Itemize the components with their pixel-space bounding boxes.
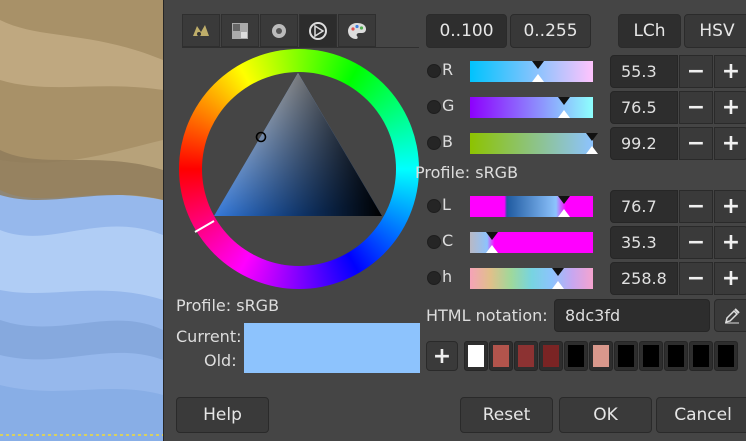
lch-channel-C-value[interactable]: 35.3: [610, 226, 678, 259]
history-swatch[interactable]: [489, 341, 513, 371]
lch-channel-h-increment-button[interactable]: +: [714, 262, 746, 295]
history-swatch[interactable]: [589, 341, 613, 371]
watercolor-selector-icon[interactable]: [260, 14, 298, 47]
rgb-channel-B-value[interactable]: 99.2: [610, 127, 678, 160]
rgb-channel-G-radio[interactable]: [427, 100, 441, 114]
rgb-channel-R-slider[interactable]: [470, 61, 593, 82]
history-swatch[interactable]: [514, 341, 538, 371]
lch-channel-label: C: [442, 231, 454, 250]
cancel-button[interactable]: Cancel: [656, 397, 746, 433]
lch-channel-C-slider[interactable]: [470, 232, 593, 253]
rgb-channel-label: G: [442, 96, 455, 115]
rgb-channel-R-value[interactable]: 55.3: [610, 55, 678, 88]
add-to-history-button[interactable]: +: [426, 341, 458, 371]
rgb-channel-B-radio[interactable]: [427, 136, 441, 150]
lch-channel-L-increment-button[interactable]: +: [714, 190, 746, 223]
wheel-profile-label: Profile: sRGB: [176, 296, 280, 315]
lch-channel-C-increment-button[interactable]: +: [714, 226, 746, 259]
lch-channel-L-slider[interactable]: [470, 196, 593, 217]
history-swatch[interactable]: [639, 341, 663, 371]
history-swatch[interactable]: [464, 341, 488, 371]
color-dialog: Profile: sRGB Current: Old: 0..100 0..25…: [163, 0, 746, 441]
range-0-255-button[interactable]: 0..255: [510, 14, 591, 48]
gimp-selector-icon[interactable]: [182, 14, 220, 47]
current-color-swatch: [244, 323, 420, 373]
cmyk-selector-icon[interactable]: [221, 14, 259, 47]
rgb-channel-B-slider[interactable]: [470, 133, 599, 154]
html-notation-label: HTML notation:: [426, 306, 548, 325]
range-0-100-button[interactable]: 0..100: [426, 14, 507, 48]
rgb-channel-R-radio[interactable]: [427, 64, 441, 78]
rgb-channel-G-increment-button[interactable]: +: [714, 91, 746, 124]
history-swatch[interactable]: [539, 341, 563, 371]
history-swatch[interactable]: [614, 341, 638, 371]
color-picker-button[interactable]: [714, 299, 746, 332]
history-swatch[interactable]: [714, 341, 738, 371]
rgb-channel-G-slider[interactable]: [470, 97, 593, 118]
history-swatch[interactable]: [564, 341, 588, 371]
lch-channel-L-value[interactable]: 76.7: [610, 190, 678, 223]
rgb-channel-label: B: [442, 132, 453, 151]
rgb-channel-G-value[interactable]: 76.5: [610, 91, 678, 124]
lch-channel-label: h: [442, 267, 453, 286]
rgb-channel-R-decrement-button[interactable]: −: [679, 55, 713, 88]
lch-channel-L-decrement-button[interactable]: −: [679, 190, 713, 223]
canvas-image-strip: [0, 0, 163, 441]
old-color-label: Old:: [204, 351, 237, 370]
rgb-channel-B-decrement-button[interactable]: −: [679, 127, 713, 160]
reset-button[interactable]: Reset: [460, 397, 553, 433]
color-wheel[interactable]: [178, 48, 420, 294]
selector-tabs: [182, 14, 377, 47]
lch-channel-C-radio[interactable]: [427, 235, 441, 249]
help-button[interactable]: Help: [176, 397, 269, 433]
lch-channel-label: L: [442, 195, 451, 214]
current-color-label: Current:: [176, 327, 242, 346]
html-notation-input[interactable]: 8dc3fd: [554, 299, 710, 332]
eyedropper-icon: [724, 307, 740, 323]
rgb-channel-G-decrement-button[interactable]: −: [679, 91, 713, 124]
rgb-channel-R-increment-button[interactable]: +: [714, 55, 746, 88]
ok-button[interactable]: OK: [559, 397, 652, 433]
lch-channel-h-decrement-button[interactable]: −: [679, 262, 713, 295]
rgb-channel-label: R: [442, 60, 454, 79]
history-swatch[interactable]: [689, 341, 713, 371]
lch-channel-h-slider[interactable]: [470, 268, 593, 289]
history-swatch[interactable]: [664, 341, 688, 371]
lch-channel-h-radio[interactable]: [427, 271, 441, 285]
hsv-model-button[interactable]: HSV: [684, 14, 746, 48]
lch-channel-L-radio[interactable]: [427, 199, 441, 213]
lch-profile-label: Profile: sRGB: [415, 163, 519, 182]
rgb-channel-B-increment-button[interactable]: +: [714, 127, 746, 160]
lch-model-button[interactable]: LCh: [618, 14, 681, 48]
wheel-selector-icon[interactable]: [299, 14, 337, 47]
palette-selector-icon[interactable]: [338, 14, 376, 47]
lch-channel-h-value[interactable]: 258.8: [610, 262, 678, 295]
lch-channel-C-decrement-button[interactable]: −: [679, 226, 713, 259]
